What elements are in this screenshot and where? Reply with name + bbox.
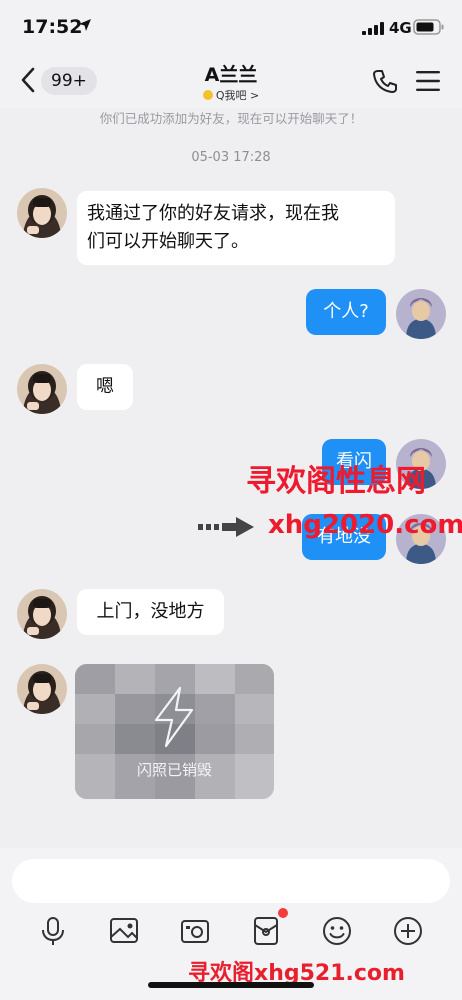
my-avatar[interactable] <box>396 289 446 339</box>
signal-icon <box>362 22 384 35</box>
notification-dot <box>278 908 288 918</box>
chat-header: 99+ A兰兰 Q我吧 > <box>0 54 462 108</box>
plus-icon[interactable] <box>393 916 423 946</box>
status-bar: 17:52 4G <box>0 0 462 54</box>
emoji-icon[interactable] <box>322 916 352 946</box>
home-indicator[interactable] <box>148 982 314 988</box>
contact-avatar[interactable] <box>17 664 67 714</box>
phone-call-icon[interactable] <box>372 68 398 94</box>
watermark-title: 寻欢阁性息网 <box>246 464 426 499</box>
incoming-message-bubble[interactable]: 上门，没地方 <box>77 589 224 635</box>
outgoing-message-bubble[interactable]: 个人? <box>306 289 386 335</box>
chat-subtitle-text: Q我吧 > <box>215 89 260 102</box>
incoming-message-bubble[interactable]: 我通过了你的好友请求，现在我 们可以开始聊天了。 <box>77 191 395 265</box>
contact-avatar[interactable] <box>17 364 67 414</box>
network-label: 4G <box>389 19 412 37</box>
friend-added-note: 你们已成功添加为好友，现在可以开始聊天了！ <box>99 111 363 126</box>
red-packet-icon[interactable] <box>251 916 281 946</box>
incoming-message-bubble[interactable]: 嗯 <box>77 364 133 410</box>
watermark-arrow-icon <box>198 517 254 537</box>
lightning-icon <box>154 686 194 748</box>
camera-icon[interactable] <box>180 916 210 946</box>
location-arrow-icon <box>79 19 91 31</box>
microphone-icon[interactable] <box>38 916 68 946</box>
watermark-url: xhg2020.com <box>268 510 462 540</box>
status-dot-icon <box>202 90 213 100</box>
contact-avatar[interactable] <box>17 188 67 238</box>
image-icon[interactable] <box>109 916 139 946</box>
message-input[interactable] <box>12 859 450 903</box>
contact-avatar[interactable] <box>17 589 67 639</box>
menu-icon[interactable] <box>416 70 440 92</box>
message-timestamp: 05-03 17:28 <box>191 150 271 165</box>
status-time: 17:52 <box>22 16 83 38</box>
flash-photo-label: 闪照已销毁 <box>136 761 212 779</box>
battery-icon <box>413 19 444 35</box>
flash-photo-message[interactable]: 闪照已销毁 <box>75 664 274 799</box>
